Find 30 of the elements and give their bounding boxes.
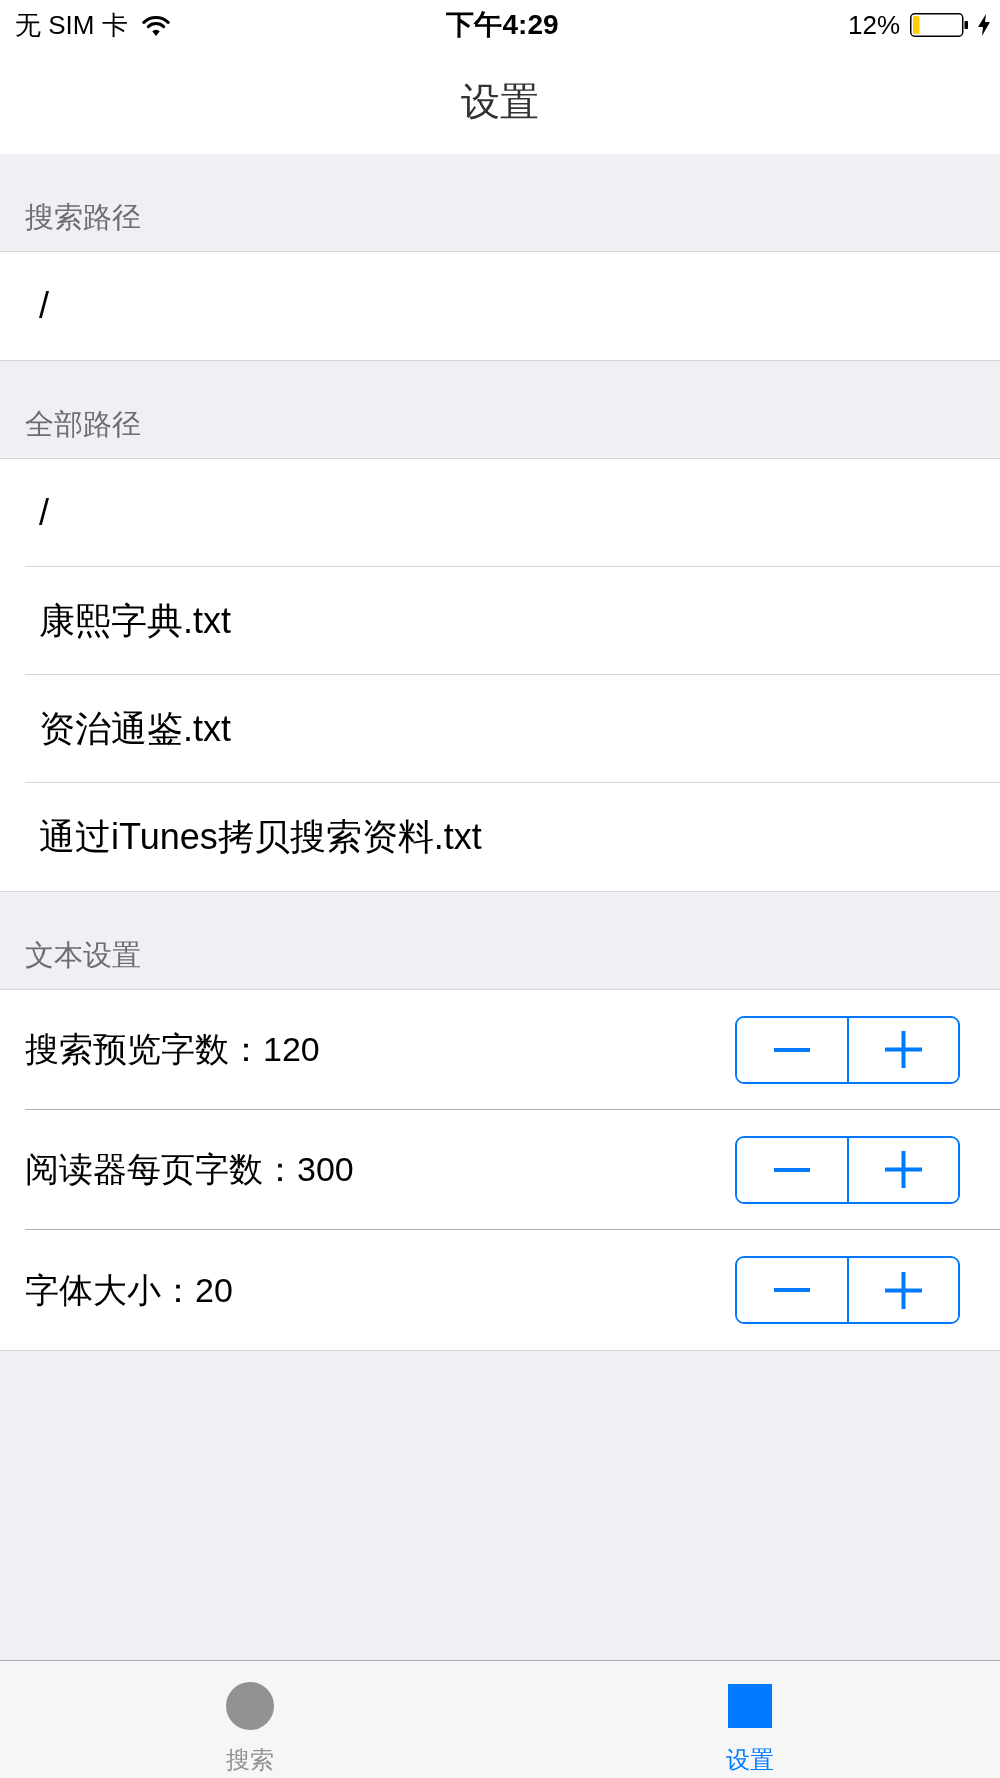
section-header: 搜索路径 <box>25 203 141 232</box>
path-item[interactable]: / <box>25 252 1000 360</box>
plus-icon <box>884 1151 922 1188</box>
minus-icon <box>773 1288 810 1292</box>
battery-icon <box>910 13 968 37</box>
decrement-button[interactable] <box>737 1137 849 1202</box>
wifi-icon <box>141 14 170 36</box>
path-item[interactable]: 资治通鉴.txt <box>25 675 1000 783</box>
battery-percent: 12% <box>847 8 900 42</box>
decrement-button[interactable] <box>737 1017 849 1082</box>
section-header: 文本设置 <box>25 941 141 970</box>
charging-bolt-icon <box>978 14 990 36</box>
setting-label: 阅读器每页字数：300 <box>25 1149 354 1190</box>
status-time: 下午4:29 <box>446 8 559 42</box>
plus-icon <box>884 1271 922 1309</box>
setting-label: 搜索预览字数：120 <box>25 1029 320 1070</box>
minus-icon <box>773 1047 810 1052</box>
carrier-label: 无 SIM 卡 <box>15 8 128 42</box>
path-item[interactable]: 康熙字典.txt <box>25 567 1000 675</box>
square-icon <box>728 1684 772 1728</box>
section-header: 全部路径 <box>25 410 141 439</box>
minus-icon <box>773 1167 810 1172</box>
path-item[interactable]: / <box>25 459 1000 567</box>
tab-item[interactable]: 设置 <box>500 1661 1000 1778</box>
circle-icon <box>226 1682 274 1730</box>
path-item[interactable]: 通过iTunes拷贝搜索资料.txt <box>25 783 1000 891</box>
plus-icon <box>884 1031 922 1068</box>
setting-label: 字体大小：20 <box>25 1269 233 1311</box>
decrement-button[interactable] <box>737 1258 849 1322</box>
nav-title: 设置 <box>461 78 539 125</box>
